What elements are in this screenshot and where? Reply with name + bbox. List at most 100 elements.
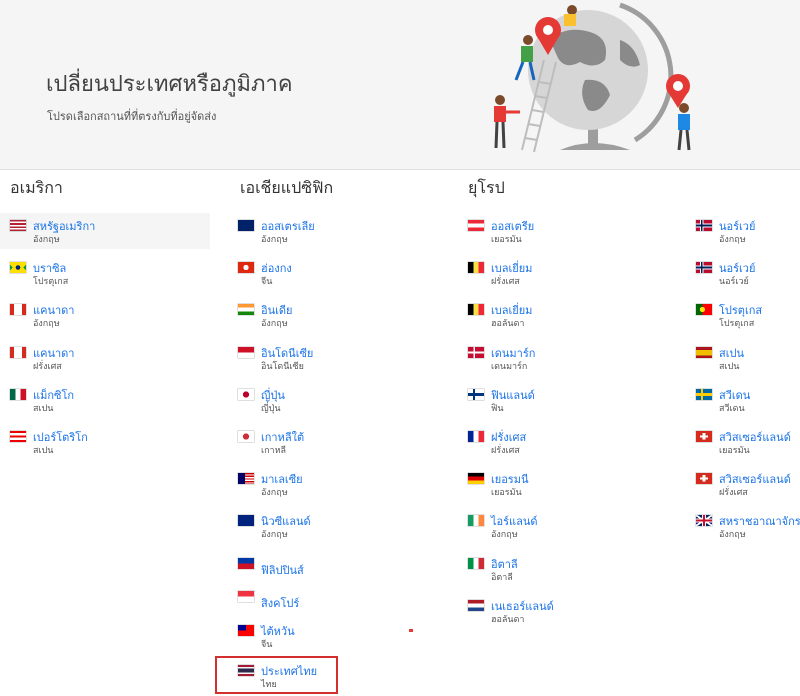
country-link-my[interactable]: มาเลเซีย อังกฤษ <box>228 466 438 502</box>
country-language: เยอรมัน <box>491 235 522 245</box>
fr-flag-icon <box>468 431 484 442</box>
fi-flag-icon <box>468 388 484 400</box>
page-subtitle: โปรดเลือกสถานที่ที่ตรงกับที่อยู่จัดส่ง <box>47 110 217 123</box>
jp-flag-icon <box>238 388 254 400</box>
country-language: ญี่ปุ่น <box>261 403 281 414</box>
country-link-au[interactable]: ออสเตรเลีย อังกฤษ <box>228 213 438 249</box>
sg-flag-icon <box>238 591 254 603</box>
country-language: ฝรั่งเศส <box>491 277 520 288</box>
country-link-hk[interactable]: ฮ่องกง จีน <box>228 255 438 291</box>
ie-flag-icon <box>468 515 484 527</box>
country-language: อังกฤษ <box>33 235 60 245</box>
country-link-ie[interactable]: ไอร์แลนด์ อังกฤษ <box>458 508 668 544</box>
my-flag-icon <box>238 473 254 485</box>
country-language: ฝรั่งเศส <box>33 361 62 372</box>
country-language: เยอรมัน <box>491 488 522 499</box>
country-link-sg[interactable]: สิงคโปร์ <box>228 584 438 620</box>
at-flag-icon <box>468 220 484 231</box>
country-link-tw[interactable]: ไต้หวัน จีน <box>228 618 438 654</box>
country-language: ฟิน <box>491 403 504 414</box>
country-link-no[interactable]: นอร์เวย์ อังกฤษ <box>686 213 800 249</box>
country-language: จีน <box>261 277 273 288</box>
country-language: สเปน <box>33 403 54 414</box>
country-link-dk[interactable]: เดนมาร์ก เดนมาร์ก <box>458 340 668 376</box>
hk-flag-icon <box>238 262 254 274</box>
country-language: อิตาลี <box>491 572 513 583</box>
region-heading-europe: ยุโรป <box>468 178 505 197</box>
dk-flag-icon <box>468 346 484 358</box>
be-flag-icon <box>468 304 484 316</box>
country-language: อังกฤษ <box>719 530 746 541</box>
nl-flag-icon <box>468 599 484 611</box>
country-language: เกาหลี <box>261 446 287 456</box>
map-pin-person-icon <box>666 74 691 151</box>
country-name[interactable]: สิงคโปร์ <box>261 594 299 612</box>
country-link-mx[interactable]: แม็กซิโก สเปน <box>0 382 210 418</box>
country-link-be[interactable]: เบลเยี่ยม ฮอลันดา <box>458 297 668 333</box>
country-link-jp[interactable]: ญี่ปุ่น ญี่ปุ่น <box>228 382 438 418</box>
country-link-pr[interactable]: เปอร์โตริโก สเปน <box>0 424 210 460</box>
country-language: ฝรั่งเศส <box>719 488 748 499</box>
country-link-nz[interactable]: นิวซีแลนด์ อังกฤษ <box>228 508 438 544</box>
kr-flag-icon <box>238 431 254 442</box>
ph-flag-icon <box>238 557 254 569</box>
pt-flag-icon <box>696 304 712 316</box>
country-link-ph[interactable]: ฟิลิปปินส์ <box>228 551 438 587</box>
es-flag-icon <box>696 346 712 358</box>
country-link-br[interactable]: บราซิล โปรตุเกส <box>0 255 210 291</box>
id-flag-icon <box>238 346 254 358</box>
country-link-be[interactable]: เบลเยี่ยม ฝรั่งเศส <box>458 255 668 291</box>
country-link-pt[interactable]: โปรตุเกส โปรตุเกส <box>686 297 800 333</box>
country-link-es[interactable]: สเปน สเปน <box>686 340 800 376</box>
country-language: จีน <box>261 639 273 650</box>
au-flag-icon <box>238 220 254 231</box>
country-language: เดนมาร์ก <box>491 361 528 372</box>
country-link-no[interactable]: นอร์เวย์ นอร์เวย์ <box>686 255 800 291</box>
country-link-ca[interactable]: แคนาดา อังกฤษ <box>0 297 210 333</box>
country-link-ch[interactable]: สวิสเซอร์แลนด์ ฝรั่งเศส <box>686 466 800 502</box>
country-language: เยอรมัน <box>719 446 750 456</box>
region-heading-americas: อเมริกา <box>10 178 63 197</box>
country-name[interactable]: ฟิลิปปินส์ <box>261 561 304 579</box>
country-link-gb[interactable]: สหราชอาณาจักร อังกฤษ <box>686 508 800 544</box>
country-language: ฮอลันดา <box>491 614 525 625</box>
country-language: ฝรั่งเศส <box>491 446 520 456</box>
country-language: สวีเดน <box>719 403 745 414</box>
no-flag-icon <box>696 262 712 274</box>
country-link-de[interactable]: เยอรมนี เยอรมัน <box>458 466 668 502</box>
country-language: อังกฤษ <box>261 319 288 330</box>
country-language: สเปน <box>33 446 54 456</box>
country-link-us[interactable]: สหรัฐอเมริกา อังกฤษ <box>0 213 210 249</box>
ca-flag-icon <box>10 304 26 316</box>
ca-flag-icon <box>10 346 26 358</box>
red-marker <box>409 629 413 632</box>
de-flag-icon <box>468 473 484 485</box>
country-language: โปรตุเกส <box>33 277 69 288</box>
se-flag-icon <box>696 388 712 400</box>
country-language: อังกฤษ <box>261 488 288 499</box>
country-link-at[interactable]: ออสเตรีย เยอรมัน <box>458 213 668 249</box>
country-link-it[interactable]: อิตาลี อิตาลี <box>458 551 668 587</box>
nz-flag-icon <box>238 515 254 527</box>
hero-banner: เปลี่ยนประเทศหรือภูมิภาค โปรดเลือกสถานที… <box>0 0 800 170</box>
country-link-se[interactable]: สวีเดน สวีเดน <box>686 382 800 418</box>
in-flag-icon <box>238 304 254 316</box>
country-language: อังกฤษ <box>491 530 518 541</box>
country-link-id[interactable]: อินโดนีเซีย อินโดนีเซีย <box>228 340 438 376</box>
pr-flag-icon <box>10 431 26 442</box>
country-link-in[interactable]: อินเดีย อังกฤษ <box>228 297 438 333</box>
country-language: อังกฤษ <box>33 319 60 330</box>
country-language: อังกฤษ <box>719 235 746 245</box>
country-link-fi[interactable]: ฟินแลนด์ ฟิน <box>458 382 668 418</box>
country-language: ฮอลันดา <box>491 319 525 330</box>
mx-flag-icon <box>10 388 26 400</box>
country-language: นอร์เวย์ <box>719 277 749 288</box>
country-language: อินโดนีเซีย <box>261 361 304 372</box>
be-flag-icon <box>468 262 484 274</box>
country-link-ca[interactable]: แคนาดา ฝรั่งเศส <box>0 340 210 376</box>
country-link-ch[interactable]: สวิสเซอร์แลนด์ เยอรมัน <box>686 424 800 460</box>
gb-flag-icon <box>696 515 712 527</box>
country-link-fr[interactable]: ฝรั่งเศส ฝรั่งเศส <box>458 424 668 460</box>
country-link-nl[interactable]: เนเธอร์แลนด์ ฮอลันดา <box>458 593 668 629</box>
country-link-kr[interactable]: เกาหลีใต้ เกาหลี <box>228 424 438 460</box>
